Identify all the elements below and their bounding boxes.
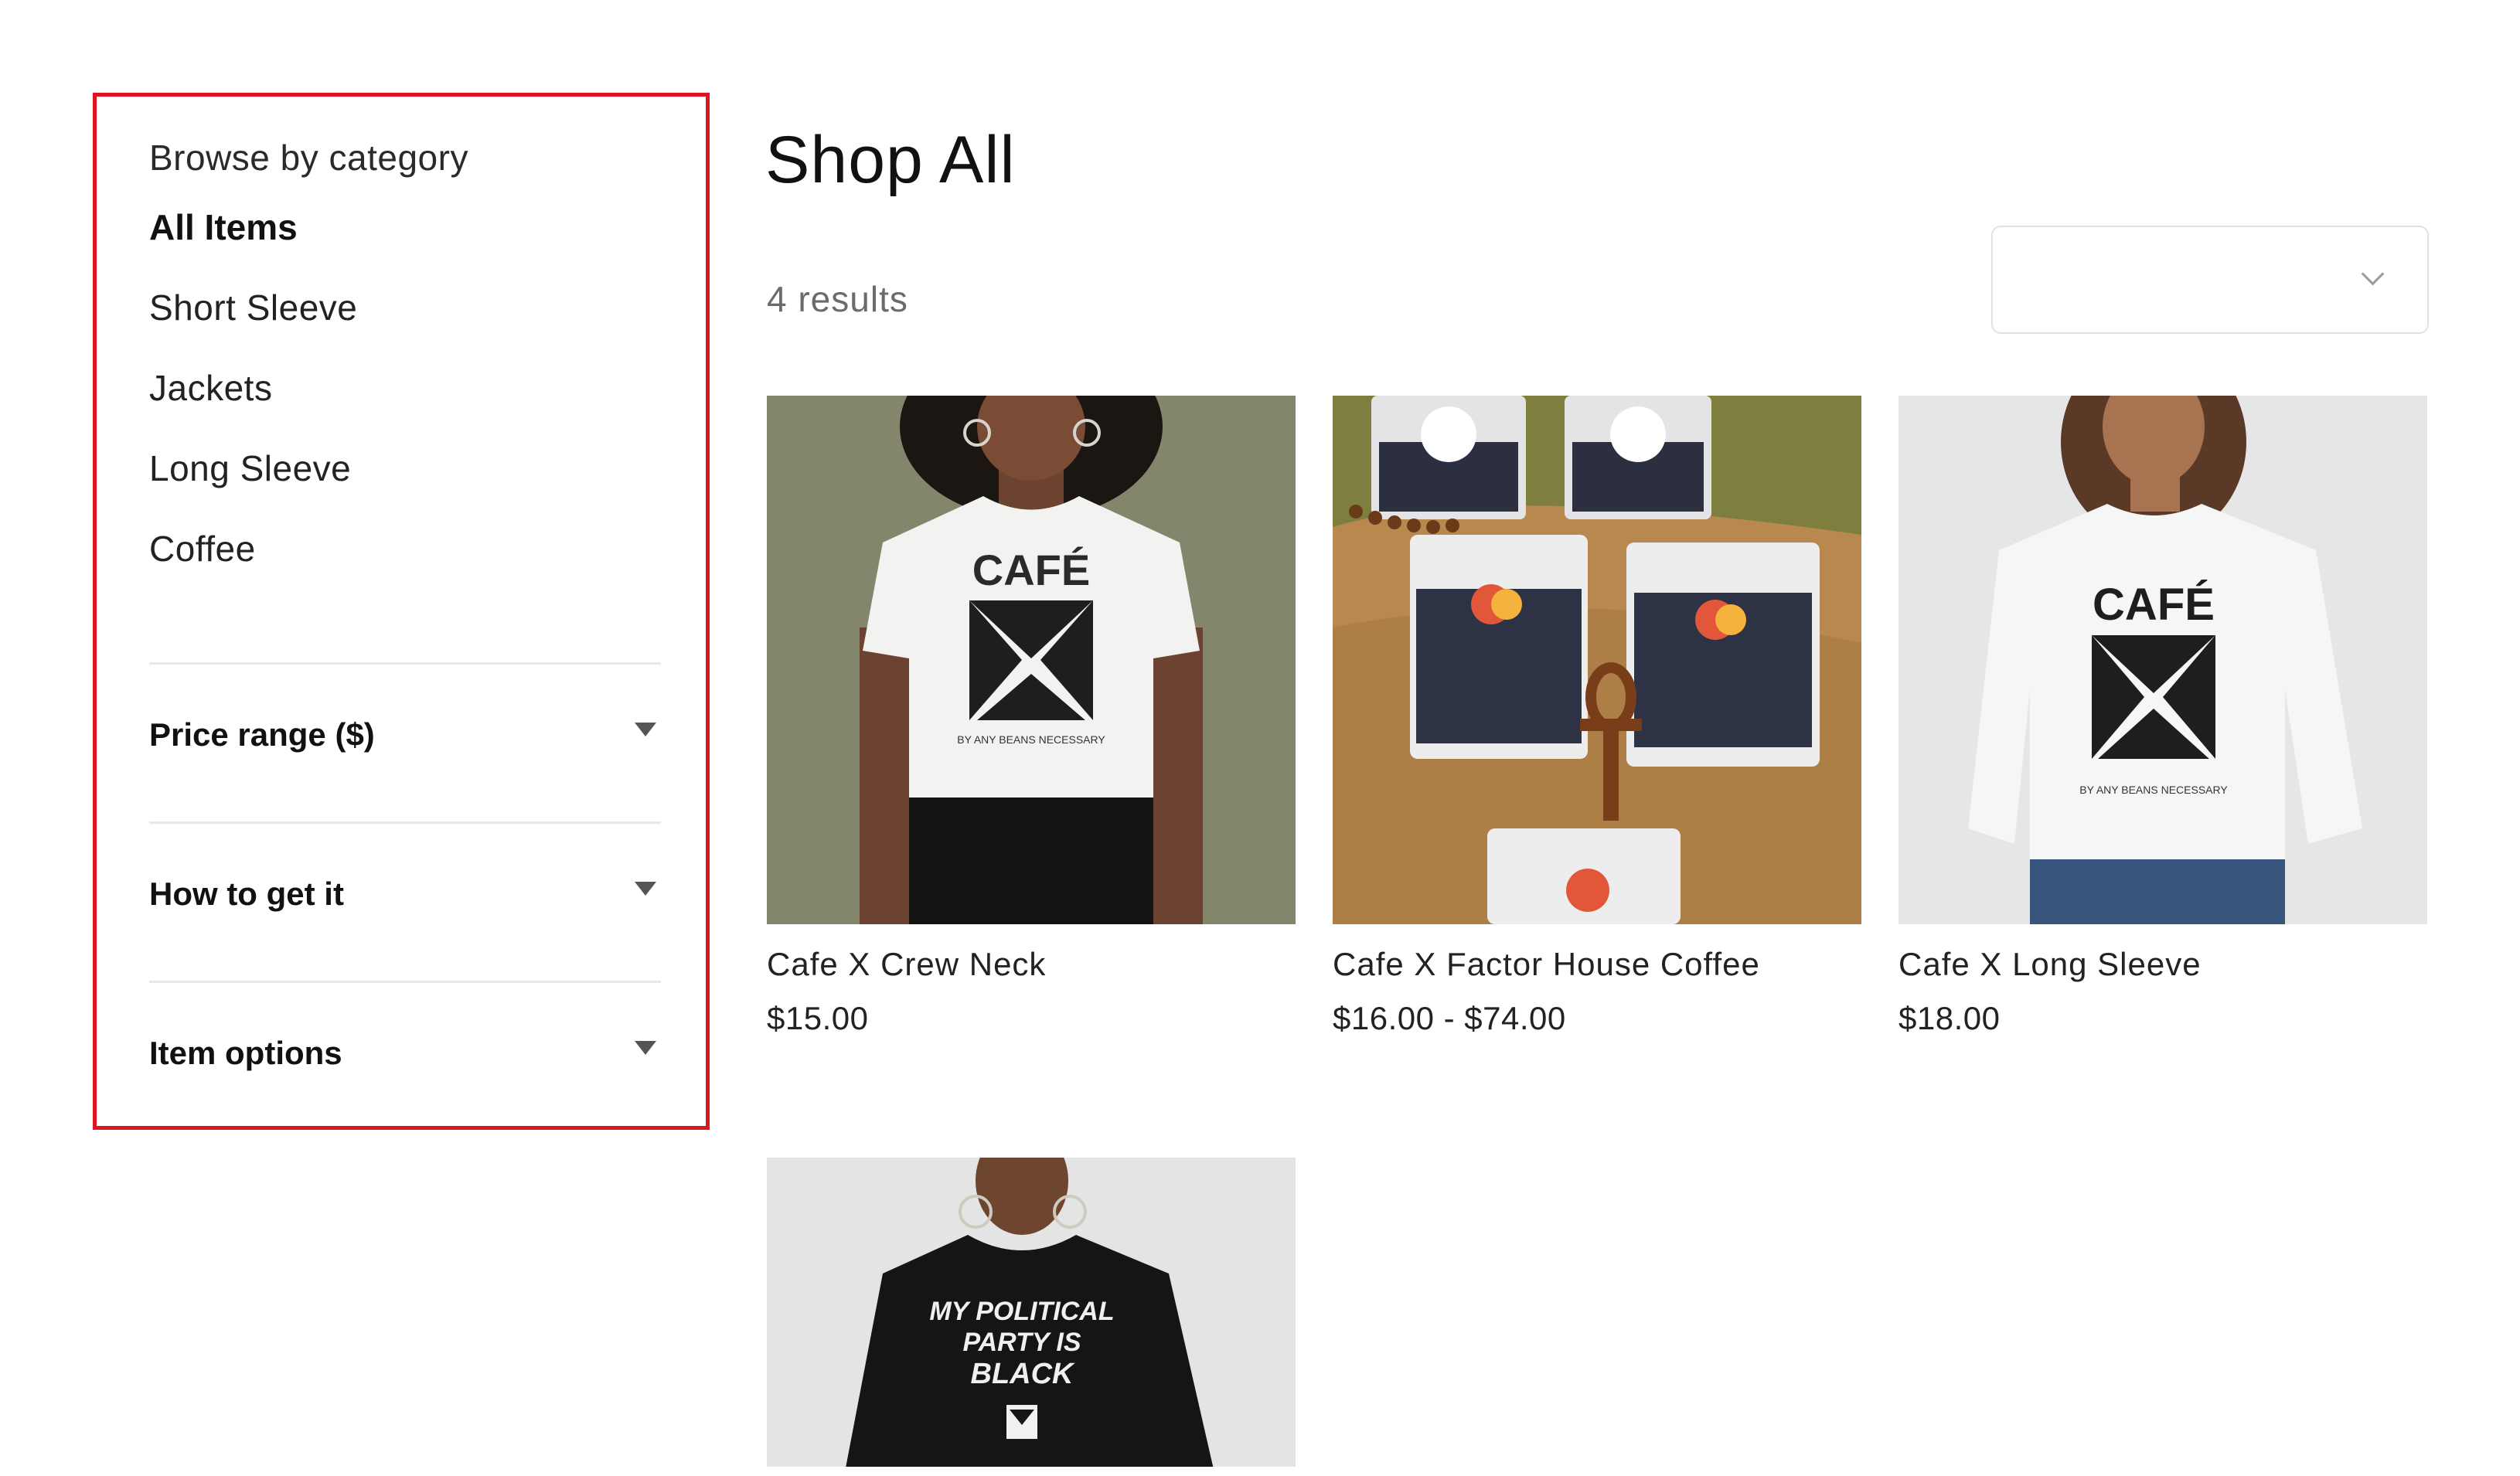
category-short-sleeve[interactable]: Short Sleeve — [149, 287, 357, 328]
product-price: $15.00 — [767, 1000, 869, 1036]
results-count: 4 results — [767, 279, 908, 319]
divider — [149, 821, 661, 824]
page-title: Shop All — [765, 123, 1016, 197]
product-name[interactable]: Cafe X Crew Neck — [767, 946, 1046, 983]
svg-text:MY POLITICAL: MY POLITICAL — [929, 1297, 1114, 1326]
divider — [149, 662, 661, 665]
filter-price-range-label: Price range ($) — [149, 716, 375, 753]
svg-text:BY ANY BEANS NECESSARY: BY ANY BEANS NECESSARY — [2079, 784, 2228, 796]
filter-price-range[interactable]: Price range ($) — [149, 699, 661, 769]
svg-text:CAFÉ: CAFÉ — [972, 546, 1090, 594]
filter-how-to-get-it-label: How to get it — [149, 876, 344, 912]
product-image-hoodie[interactable]: MY POLITICAL PARTY IS BLACK — [767, 1158, 1296, 1467]
svg-text:PARTY IS: PARTY IS — [962, 1328, 1081, 1357]
browse-category-heading: Browse by category — [149, 138, 468, 178]
page: Browse by category All Items Short Sleev… — [0, 0, 2520, 1476]
category-sidebar: Browse by category All Items Short Sleev… — [93, 93, 710, 1130]
category-jackets[interactable]: Jackets — [149, 367, 272, 409]
product-price: $18.00 — [1899, 1000, 2001, 1036]
category-all-items[interactable]: All Items — [149, 206, 298, 248]
caret-down-icon — [635, 1041, 656, 1055]
filter-how-to-get-it[interactable]: How to get it — [149, 859, 661, 928]
divider — [149, 981, 661, 983]
caret-down-icon — [635, 882, 656, 896]
product-card-house-coffee[interactable]: Cafe X Factor House Coffee $16.00 - $74.… — [1333, 396, 1861, 1036]
category-coffee[interactable]: Coffee — [149, 528, 256, 570]
svg-text:BLACK: BLACK — [971, 1358, 1076, 1390]
svg-text:BY ANY BEANS NECESSARY: BY ANY BEANS NECESSARY — [957, 733, 1105, 746]
product-card-hoodie[interactable]: MY POLITICAL PARTY IS BLACK — [767, 1158, 1296, 1467]
product-image-house-coffee[interactable] — [1333, 396, 1861, 924]
product-name[interactable]: Cafe X Factor House Coffee — [1333, 946, 1760, 983]
product-image-crew-neck[interactable]: CAFÉ BY ANY BEANS NECESSARY — [767, 396, 1296, 924]
product-card-crew-neck[interactable]: CAFÉ BY ANY BEANS NECESSARY Cafe X Crew … — [767, 396, 1296, 1036]
svg-text:CAFÉ: CAFÉ — [2093, 580, 2215, 630]
product-name[interactable]: Cafe X Long Sleeve — [1899, 946, 2202, 983]
product-image-long-sleeve[interactable]: CAFÉ BY ANY BEANS NECESSARY — [1899, 396, 2427, 924]
caret-down-icon — [635, 723, 656, 736]
filter-item-options-label: Item options — [149, 1035, 342, 1071]
chevron-down-icon — [2361, 262, 2385, 286]
category-long-sleeve[interactable]: Long Sleeve — [149, 447, 351, 489]
product-card-long-sleeve[interactable]: CAFÉ BY ANY BEANS NECESSARY Cafe X Long … — [1899, 396, 2427, 1036]
filter-item-options[interactable]: Item options — [149, 1018, 661, 1087]
product-price: $16.00 - $74.00 — [1333, 1000, 1566, 1036]
sort-dropdown[interactable] — [1991, 226, 2429, 334]
